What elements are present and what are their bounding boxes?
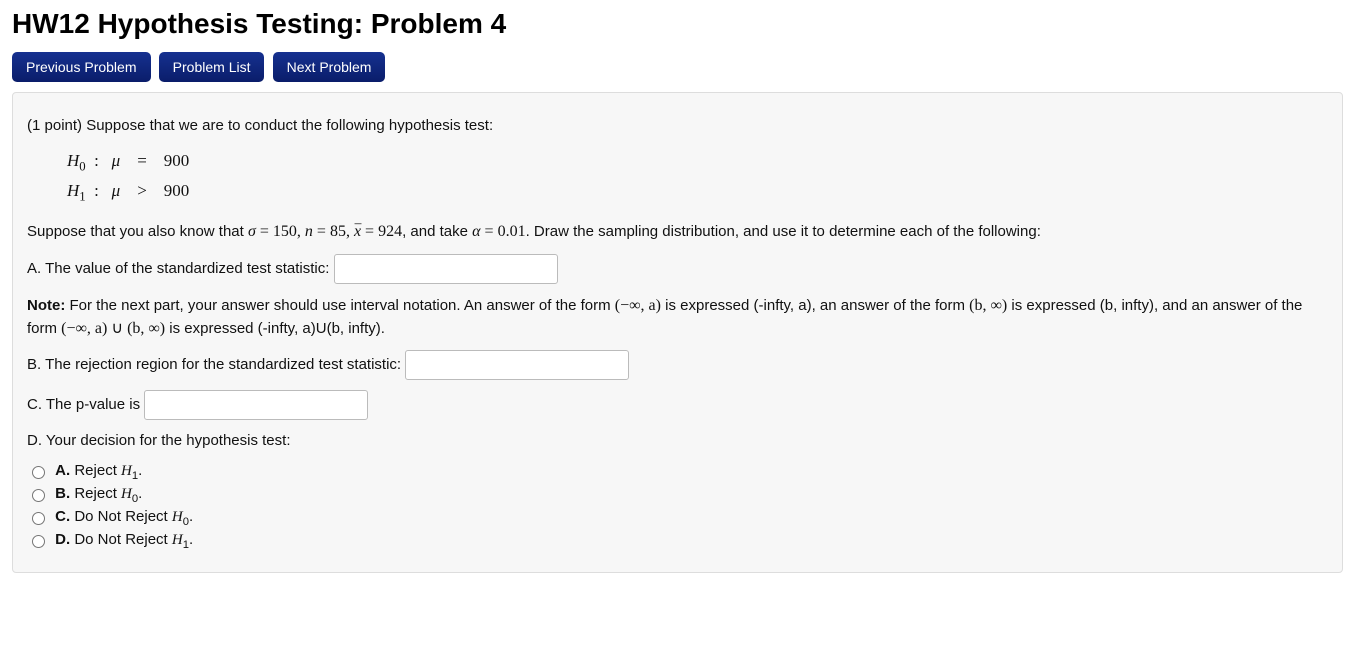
option-b-letter: B.	[55, 485, 70, 502]
option-b-sym: H	[121, 486, 132, 502]
note-paragraph: Note: For the next part, your answer sho…	[27, 294, 1328, 340]
option-b-text: Reject	[70, 485, 121, 502]
part-a-label: A. The value of the standardized test st…	[27, 259, 329, 276]
option-a-letter: A.	[55, 462, 70, 479]
option-d-radio[interactable]	[32, 535, 45, 548]
option-c-row: C. Do Not Reject H0.	[27, 508, 1328, 528]
xbar-symbol: x	[354, 220, 361, 243]
mu-symbol-2: μ	[112, 181, 121, 200]
part-b-label: B. The rejection region for the standard…	[27, 356, 401, 373]
sigma-value: 150	[273, 223, 297, 240]
xbar-value: 924	[378, 223, 402, 240]
option-d-row: D. Do Not Reject H1.	[27, 531, 1328, 551]
h1-relation: >	[137, 181, 147, 200]
alt-hypothesis: H1 : μ > 900	[67, 177, 1328, 207]
option-d-sym: H	[172, 532, 183, 548]
alpha-symbol: α	[472, 223, 480, 240]
intro-text: (1 point) Suppose that we are to conduct…	[27, 115, 1328, 137]
next-problem-button[interactable]: Next Problem	[273, 52, 386, 82]
known-values-line: Suppose that you also know that σ = 150,…	[27, 220, 1328, 243]
h0-value: 900	[164, 151, 190, 170]
option-c-radio[interactable]	[32, 512, 45, 525]
option-a-sym: H	[121, 463, 132, 479]
h0-relation: =	[137, 151, 147, 170]
hypotheses-block: H0 : μ = 900 H1 : μ > 900	[67, 147, 1328, 207]
h1-symbol: H	[67, 181, 79, 200]
h0-symbol: H	[67, 151, 79, 170]
n-symbol: n	[305, 223, 313, 240]
problem-list-button[interactable]: Problem List	[159, 52, 265, 82]
alpha-value: 0.01	[498, 223, 526, 240]
page-title: HW12 Hypothesis Testing: Problem 4	[12, 8, 1343, 40]
option-d-dot: .	[189, 531, 193, 548]
decision-options: A. Reject H1. B. Reject H0. C. Do Not Re…	[27, 462, 1328, 551]
mu-symbol: μ	[112, 151, 121, 170]
h1-subscript: 1	[79, 189, 85, 203]
part-a-row: A. The value of the standardized test st…	[27, 254, 1328, 284]
note-interval-3: (−∞, a) ∪ (b, ∞)	[61, 320, 165, 337]
rejection-region-input[interactable]	[405, 350, 629, 380]
option-a-dot: .	[138, 462, 142, 479]
note-interval-1: (−∞, a)	[615, 297, 661, 314]
null-hypothesis: H0 : μ = 900	[67, 147, 1328, 177]
sigma-symbol: σ	[248, 223, 256, 240]
note-label: Note:	[27, 297, 65, 314]
part-c-row: C. The p-value is	[27, 390, 1328, 420]
h0-subscript: 0	[79, 159, 85, 173]
part-b-row: B. The rejection region for the standard…	[27, 350, 1328, 380]
note-t2: is expressed (-infty, a), an answer of t…	[661, 297, 969, 314]
p-value-input[interactable]	[144, 390, 368, 420]
option-b-radio[interactable]	[32, 489, 45, 502]
h1-value: 900	[164, 181, 190, 200]
option-c-text: Do Not Reject	[70, 508, 172, 525]
option-c-dot: .	[189, 508, 193, 525]
option-a-radio[interactable]	[32, 466, 45, 479]
problem-body: (1 point) Suppose that we are to conduct…	[12, 92, 1343, 573]
option-c-letter: C.	[55, 508, 70, 525]
previous-problem-button[interactable]: Previous Problem	[12, 52, 151, 82]
test-statistic-input[interactable]	[334, 254, 558, 284]
note-interval-2: (b, ∞)	[969, 297, 1007, 314]
known-prefix: Suppose that you also know that	[27, 223, 248, 240]
known-suffix: . Draw the sampling distribution, and us…	[526, 223, 1041, 240]
option-d-letter: D.	[55, 531, 70, 548]
option-b-dot: .	[138, 485, 142, 502]
part-d-label: D. Your decision for the hypothesis test…	[27, 430, 1328, 452]
option-a-text: Reject	[70, 462, 121, 479]
option-c-sym: H	[172, 509, 183, 525]
part-c-label: C. The p-value is	[27, 396, 140, 413]
note-t4: is expressed (-infty, a)U(b, infty).	[165, 320, 385, 337]
option-b-row: B. Reject H0.	[27, 485, 1328, 505]
option-d-text: Do Not Reject	[70, 531, 172, 548]
note-t1: For the next part, your answer should us…	[65, 297, 614, 314]
option-a-row: A. Reject H1.	[27, 462, 1328, 482]
nav-bar: Previous Problem Problem List Next Probl…	[12, 52, 1343, 82]
n-value: 85	[330, 223, 346, 240]
